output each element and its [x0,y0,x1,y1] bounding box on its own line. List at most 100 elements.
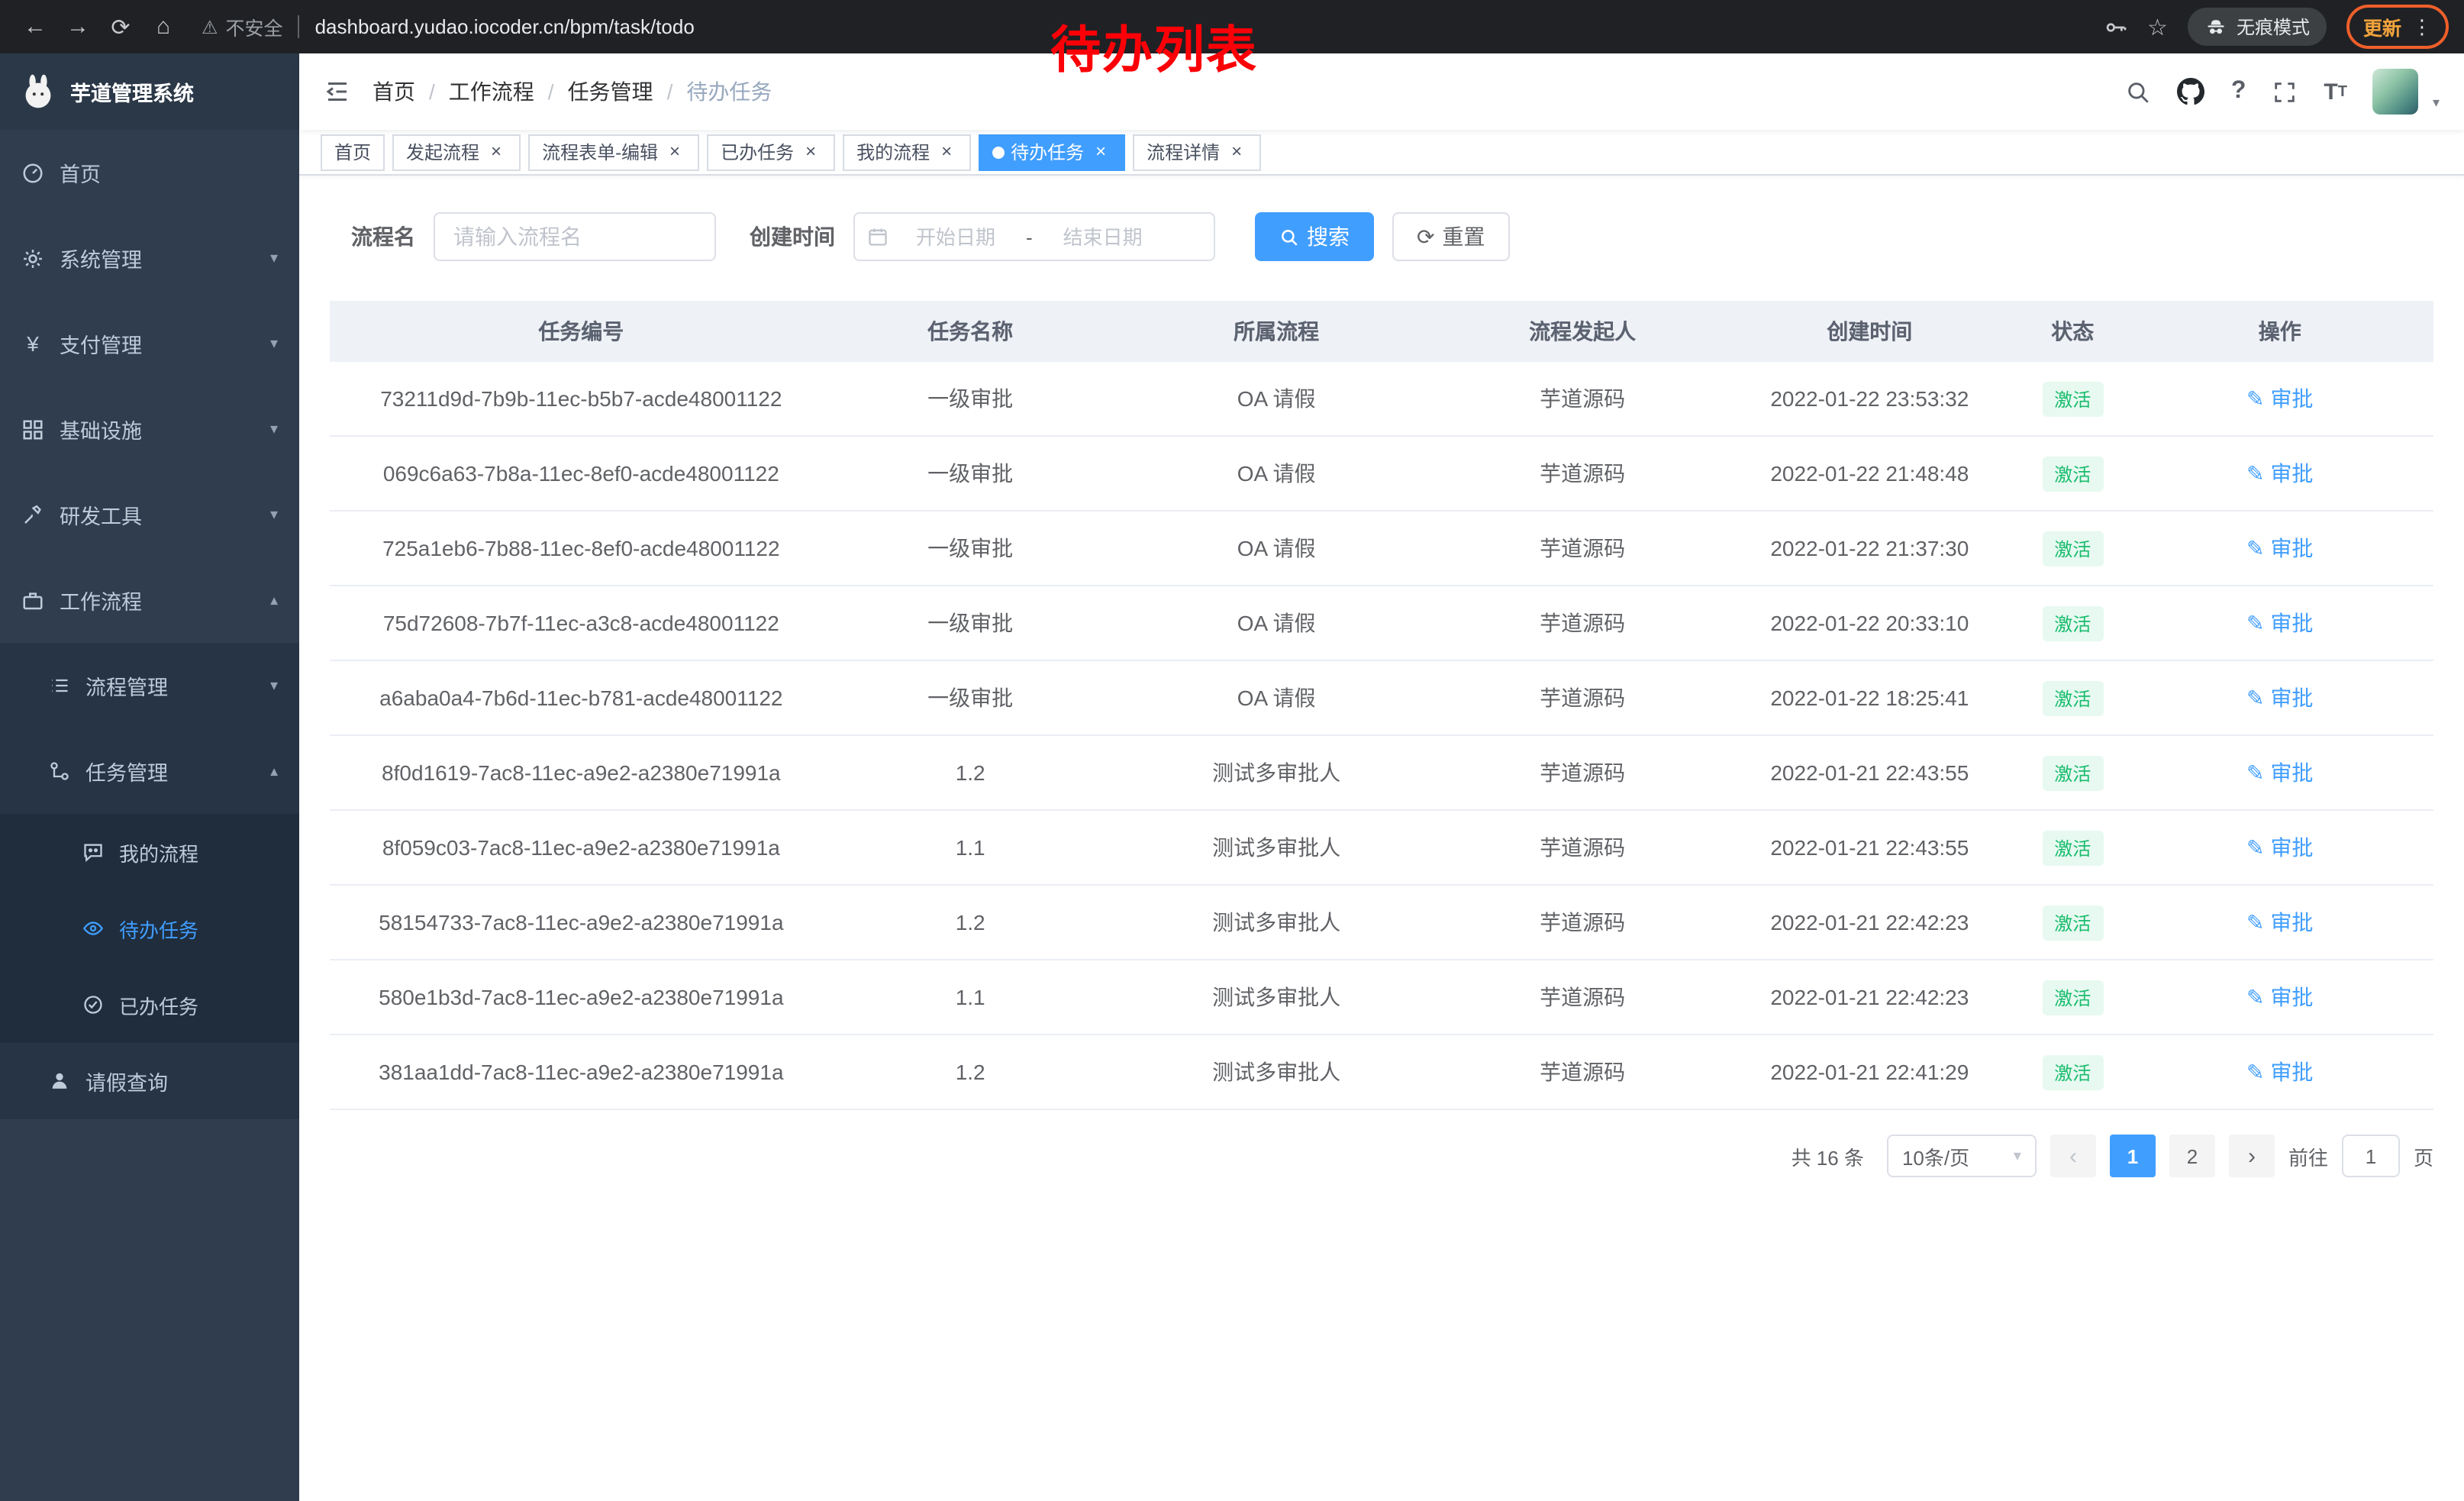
avatar-caret-icon[interactable]: ▾ [2433,95,2440,115]
edit-icon: ✎ [2246,535,2264,561]
sidebar-item-payment[interactable]: ¥ 支付管理 ▾ [0,301,299,386]
search-button[interactable]: 搜索 [1255,212,1374,261]
sidebar-item-todo-tasks[interactable]: 待办任务 [0,890,299,967]
edit-icon: ✎ [2246,685,2264,711]
task-id: 8f0d1619-7ac8-11ec-a9e2-a2380e71991a [330,760,833,785]
tab-todo-tasks[interactable]: 待办任务 × [979,134,1125,170]
close-icon[interactable]: × [936,141,957,163]
approve-link[interactable]: ✎审批 [2246,458,2313,489]
next-page-button[interactable]: › [2229,1135,2275,1177]
start-date-input[interactable] [892,225,1020,248]
sidebar-item-leave-query[interactable]: 请假查询 [0,1043,299,1119]
browser-menu-icon[interactable]: ⋮ [2412,15,2432,39]
approve-link[interactable]: ✎审批 [2246,907,2313,938]
end-date-input[interactable] [1039,225,1167,248]
task-id: 381aa1dd-7ac8-11ec-a9e2-a2380e71991a [330,1060,833,1084]
status-badge: 激活 [2042,381,2103,416]
close-icon[interactable]: × [664,141,685,163]
approve-link[interactable]: ✎审批 [2246,982,2313,1012]
task-initiator: 芋道源码 [1445,683,1721,713]
approve-link[interactable]: ✎审批 [2246,757,2313,788]
close-icon[interactable]: × [1226,141,1247,163]
reset-button[interactable]: ⟳ 重置 [1392,212,1509,261]
tab-done-tasks[interactable]: 已办任务 × [707,134,835,170]
goto-page-input[interactable] [2342,1135,2400,1177]
task-id: 8f059c03-7ac8-11ec-a9e2-a2380e71991a [330,835,833,860]
key-icon[interactable] [2103,15,2127,39]
task-process: OA 请假 [1108,683,1445,713]
gear-icon [21,247,44,270]
bookmark-star-icon[interactable]: ☆ [2147,13,2168,40]
approve-link[interactable]: ✎审批 [2246,683,2313,713]
task-id: 069c6a63-7b8a-11ec-8ef0-acde48001122 [330,461,833,486]
breadcrumb-workflow[interactable]: 工作流程 [449,76,534,107]
tab-my-process[interactable]: 我的流程 × [843,134,971,170]
annotation-overlay: 待办列表 [1050,9,1258,82]
approve-link[interactable]: ✎审批 [2246,832,2313,863]
help-icon[interactable]: ? [2231,78,2246,105]
search-icon[interactable] [2126,79,2152,105]
sidebar-item-workflow[interactable]: 工作流程 ▾ [0,557,299,643]
close-icon[interactable]: × [485,141,507,163]
task-id: a6aba0a4-7b6d-11ec-b781-acde48001122 [330,686,833,710]
todo-task-table: 任务编号 任务名称 所属流程 流程发起人 创建时间 状态 操作 73211d9d… [330,301,2433,1110]
sidebar-item-my-process[interactable]: 我的流程 [0,814,299,890]
update-button[interactable]: 更新 ⋮ [2346,5,2449,49]
close-icon[interactable]: × [1090,141,1111,163]
sidebar-item-home[interactable]: 首页 [0,130,299,215]
prev-page-button[interactable]: ‹ [2050,1135,2096,1177]
close-icon[interactable]: × [800,141,821,163]
breadcrumb-task-management[interactable]: 任务管理 [568,76,653,107]
tab-initiate-process[interactable]: 发起流程 × [392,134,521,170]
sidebar-item-done-tasks[interactable]: 已办任务 [0,967,299,1043]
sidebar-item-system[interactable]: 系统管理 ▾ [0,215,299,301]
task-name: 一级审批 [833,458,1108,489]
security-label: 不安全 [226,12,283,41]
task-created: 2022-01-22 23:53:32 [1721,386,2019,411]
approve-link[interactable]: ✎审批 [2246,1057,2313,1087]
column-process: 所属流程 [1108,316,1445,347]
font-size-icon[interactable]: TT [2324,79,2347,105]
process-name-input[interactable] [434,212,716,261]
page-size-select[interactable]: 10条/页 ▾ [1887,1135,2037,1177]
table-row: 75d72608-7b7f-11ec-a3c8-acde48001122 一级审… [330,586,2433,661]
approve-link[interactable]: ✎审批 [2246,608,2313,638]
sidebar-item-task-management[interactable]: 任务管理 ▾ [0,728,299,814]
table-row: 725a1eb6-7b88-11ec-8ef0-acde48001122 一级审… [330,512,2433,586]
task-process: OA 请假 [1108,608,1445,638]
chevron-down-icon: ▾ [2014,1148,2021,1164]
tab-home[interactable]: 首页 [321,134,385,170]
yen-icon: ¥ [21,331,44,356]
breadcrumb-current: 待办任务 [686,76,772,107]
table-row: 8f059c03-7ac8-11ec-a9e2-a2380e71991a 1.1… [330,811,2433,886]
forward-icon[interactable]: → [58,7,98,47]
address-bar[interactable]: ⚠ 不安全 dashboard.yudao.iocoder.cn/bpm/tas… [202,12,695,41]
app-logo[interactable]: 芋道管理系统 [0,53,299,130]
sidebar-item-infrastructure[interactable]: 基础设施 ▾ [0,386,299,472]
refresh-icon[interactable]: ⟳ [101,7,140,47]
back-icon[interactable]: ← [15,7,55,47]
pagination: 共 16 条 10条/页 ▾ ‹ 1 2 › 前往 页 [330,1135,2433,1223]
task-id: 580e1b3d-7ac8-11ec-a9e2-a2380e71991a [330,985,833,1009]
url-text[interactable]: dashboard.yudao.iocoder.cn/bpm/task/todo [315,15,695,38]
task-created: 2022-01-21 22:41:29 [1721,1060,2019,1084]
approve-link[interactable]: ✎审批 [2246,383,2313,414]
avatar[interactable] [2373,69,2419,115]
fullscreen-icon[interactable] [2272,79,2298,105]
tab-process-form-edit[interactable]: 流程表单-编辑 × [528,134,699,170]
date-range-picker[interactable]: - [853,212,1215,261]
github-icon[interactable] [2178,78,2205,105]
approve-link[interactable]: ✎审批 [2246,533,2313,563]
page-button-2[interactable]: 2 [2169,1135,2215,1177]
page-button-1[interactable]: 1 [2110,1135,2156,1177]
tab-process-detail[interactable]: 流程详情 × [1133,134,1261,170]
sidebar-item-process-management[interactable]: 流程管理 ▾ [0,643,299,728]
breadcrumb-home[interactable]: 首页 [373,76,415,107]
sidebar-item-devtools[interactable]: 研发工具 ▾ [0,472,299,557]
task-created: 2022-01-21 22:43:55 [1721,760,2019,785]
task-id: 725a1eb6-7b88-11ec-8ef0-acde48001122 [330,536,833,560]
browser-home-icon[interactable]: ⌂ [144,7,183,47]
top-navbar: 首页 / 工作流程 / 任务管理 / 待办任务 [299,53,2464,130]
sidebar-fold-icon[interactable] [324,78,351,105]
navbar-right-icons: ? TT ▾ [2126,69,2440,115]
